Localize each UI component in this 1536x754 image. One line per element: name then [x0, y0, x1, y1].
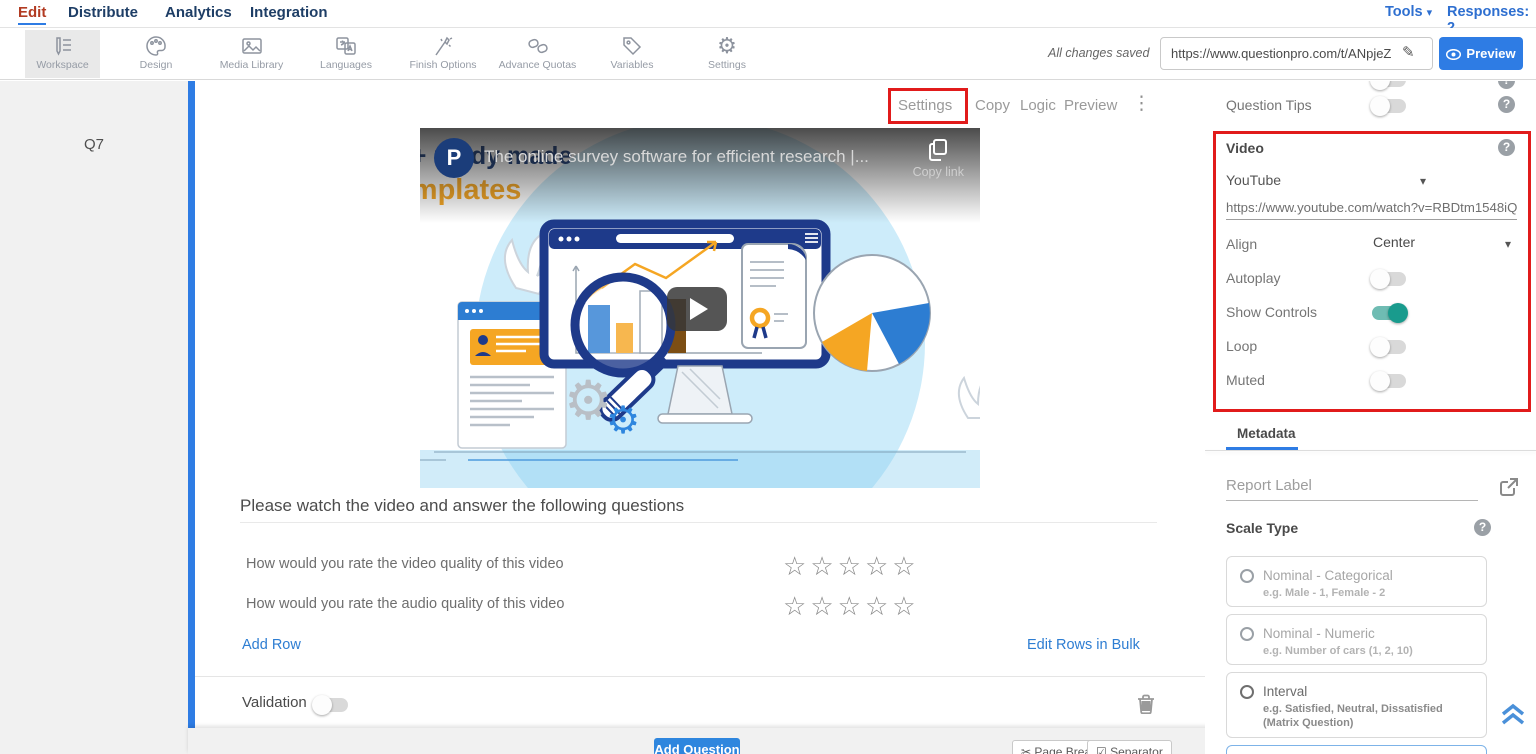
autoplay-toggle[interactable]: [1372, 272, 1406, 286]
validation-toggle[interactable]: [314, 698, 348, 712]
muted-toggle[interactable]: [1372, 374, 1406, 388]
tools-menu[interactable]: Tools ▾: [1385, 4, 1432, 20]
tab-preview[interactable]: Preview: [1064, 97, 1117, 114]
radio-icon[interactable]: [1240, 627, 1254, 641]
loop-toggle[interactable]: [1372, 340, 1406, 354]
chain-link-icon: [490, 30, 585, 58]
video-title-gradient: [420, 128, 980, 223]
toolbar-workspace[interactable]: Workspace: [25, 30, 100, 78]
toolbar-variables[interactable]: Variables: [595, 30, 669, 78]
loop-label: Loop: [1226, 338, 1257, 354]
tag-icon: [595, 30, 669, 58]
video-title: The online survey software for efficient…: [484, 147, 869, 167]
tab-copy[interactable]: Copy: [975, 97, 1010, 114]
edit-rows-in-bulk-link[interactable]: Edit Rows in Bulk: [1027, 637, 1140, 653]
external-link-icon[interactable]: [1500, 478, 1518, 496]
tab-logic[interactable]: Logic: [1020, 97, 1056, 114]
question-number-label[interactable]: Q7: [84, 136, 104, 153]
help-icon[interactable]: ?: [1498, 81, 1515, 89]
question-settings-panel: ? Question Tips ? Video ? YouTube ▾ http…: [1205, 81, 1536, 754]
save-status: All changes saved: [1048, 46, 1149, 60]
report-label-input[interactable]: Report Label: [1226, 477, 1478, 501]
toolbar-settings[interactable]: ⚙ Settings: [688, 30, 766, 78]
collapse-panel-icon[interactable]: [1500, 703, 1526, 727]
selected-question-indicator: [188, 81, 195, 728]
question-list-sidebar: [0, 81, 188, 754]
preview-button[interactable]: Preview: [1439, 37, 1523, 70]
video-url-input[interactable]: https://www.youtube.com/watch?v=RBDtm154…: [1226, 200, 1517, 220]
nav-tab-analytics[interactable]: Analytics: [165, 4, 232, 21]
more-options-icon[interactable]: ⋮: [1132, 92, 1151, 115]
copy-icon: [927, 138, 949, 162]
separator-button[interactable]: ☑ Separator: [1087, 740, 1172, 754]
show-controls-toggle[interactable]: [1372, 306, 1406, 320]
image-icon: [205, 30, 298, 58]
divider: [240, 522, 1157, 523]
copy-link-button[interactable]: Copy link: [913, 138, 964, 179]
delete-question-icon[interactable]: [1137, 694, 1155, 714]
scale-option-nominal-numeric[interactable]: Nominal - Numeric e.g. Number of cars (1…: [1226, 614, 1487, 665]
toolbar-advance-quotas[interactable]: Advance Quotas: [490, 30, 585, 78]
question-tips-toggle[interactable]: [1372, 99, 1406, 113]
radio-icon[interactable]: [1240, 685, 1254, 699]
matrix-row-label[interactable]: How would you rate the audio quality of …: [246, 596, 564, 612]
show-controls-label: Show Controls: [1226, 304, 1317, 320]
top-nav: Edit Distribute Analytics Integration To…: [0, 0, 1536, 28]
add-row-link[interactable]: Add Row: [242, 637, 301, 653]
illustration-ground: [420, 450, 980, 488]
gear-icon: ⚙: [606, 402, 640, 440]
question-text[interactable]: Please watch the video and answer the fo…: [240, 496, 684, 516]
toolbar-finish-options[interactable]: Finish Options: [398, 30, 488, 78]
questionpro-logo: P: [434, 138, 474, 178]
align-value[interactable]: Center: [1373, 234, 1415, 250]
video-provider-select[interactable]: YouTube: [1226, 172, 1281, 188]
caret-down-icon[interactable]: ▾: [1505, 237, 1511, 251]
questionpro-edit-screen: Edit Distribute Analytics Integration To…: [0, 0, 1536, 754]
help-icon[interactable]: ?: [1498, 139, 1515, 156]
muted-label: Muted: [1226, 372, 1265, 388]
translate-icon: [306, 30, 386, 58]
tab-metadata[interactable]: Metadata: [1237, 426, 1296, 441]
clipped-toggle[interactable]: [1372, 81, 1406, 87]
gear-icon: ⚙: [688, 30, 766, 58]
help-icon[interactable]: ?: [1474, 519, 1491, 536]
radio-icon[interactable]: [1240, 569, 1254, 583]
tab-settings[interactable]: Settings: [898, 97, 952, 114]
video-player[interactable]: 50+ ready made templates: [420, 128, 980, 488]
caret-down-icon: ▾: [1427, 7, 1433, 19]
star-rating-row-2[interactable]: ☆☆☆☆☆: [783, 593, 920, 619]
magic-wand-icon: [398, 30, 488, 58]
matrix-row-label[interactable]: How would you rate the video quality of …: [246, 556, 564, 572]
toolbar-media-library[interactable]: Media Library: [205, 30, 298, 78]
add-question-button[interactable]: Add Question: [654, 738, 740, 754]
edit-url-pencil-icon[interactable]: ✎: [1402, 43, 1415, 61]
workspace-icon: [25, 30, 100, 58]
star-rating-row-1[interactable]: ☆☆☆☆☆: [783, 553, 920, 579]
palette-icon: [118, 30, 194, 58]
scale-option-nominal-categorical[interactable]: Nominal - Categorical e.g. Male - 1, Fem…: [1226, 556, 1487, 607]
scale-option-partial[interactable]: [1226, 745, 1487, 754]
nav-tab-integration[interactable]: Integration: [250, 4, 328, 21]
validation-label: Validation: [242, 694, 307, 711]
question-tips-label: Question Tips: [1226, 97, 1312, 113]
checkbox-icon: ☑: [1096, 745, 1107, 754]
help-icon[interactable]: ?: [1498, 96, 1515, 113]
divider: [1205, 450, 1536, 451]
autoplay-label: Autoplay: [1226, 270, 1280, 286]
align-label: Align: [1226, 236, 1257, 252]
nav-tab-distribute[interactable]: Distribute: [68, 4, 138, 21]
caret-down-icon[interactable]: ▾: [1420, 174, 1426, 188]
scissors-icon: ✂: [1021, 745, 1031, 754]
play-button[interactable]: [667, 287, 727, 331]
scale-option-interval[interactable]: Interval e.g. Satisfied, Neutral, Dissat…: [1226, 672, 1487, 738]
divider: [195, 676, 1205, 677]
scale-type-label: Scale Type: [1226, 520, 1298, 536]
pie-chart-illustration: [814, 255, 930, 371]
toolbar-design[interactable]: Design: [118, 30, 194, 78]
certificate-illustration: [742, 244, 806, 348]
survey-url-input[interactable]: https://www.questionpro.com/t/ANpjeZ: [1160, 37, 1433, 70]
toolbar-languages[interactable]: Languages: [306, 30, 386, 78]
video-section-title: Video: [1226, 140, 1264, 156]
nav-tab-edit[interactable]: Edit: [18, 4, 46, 25]
